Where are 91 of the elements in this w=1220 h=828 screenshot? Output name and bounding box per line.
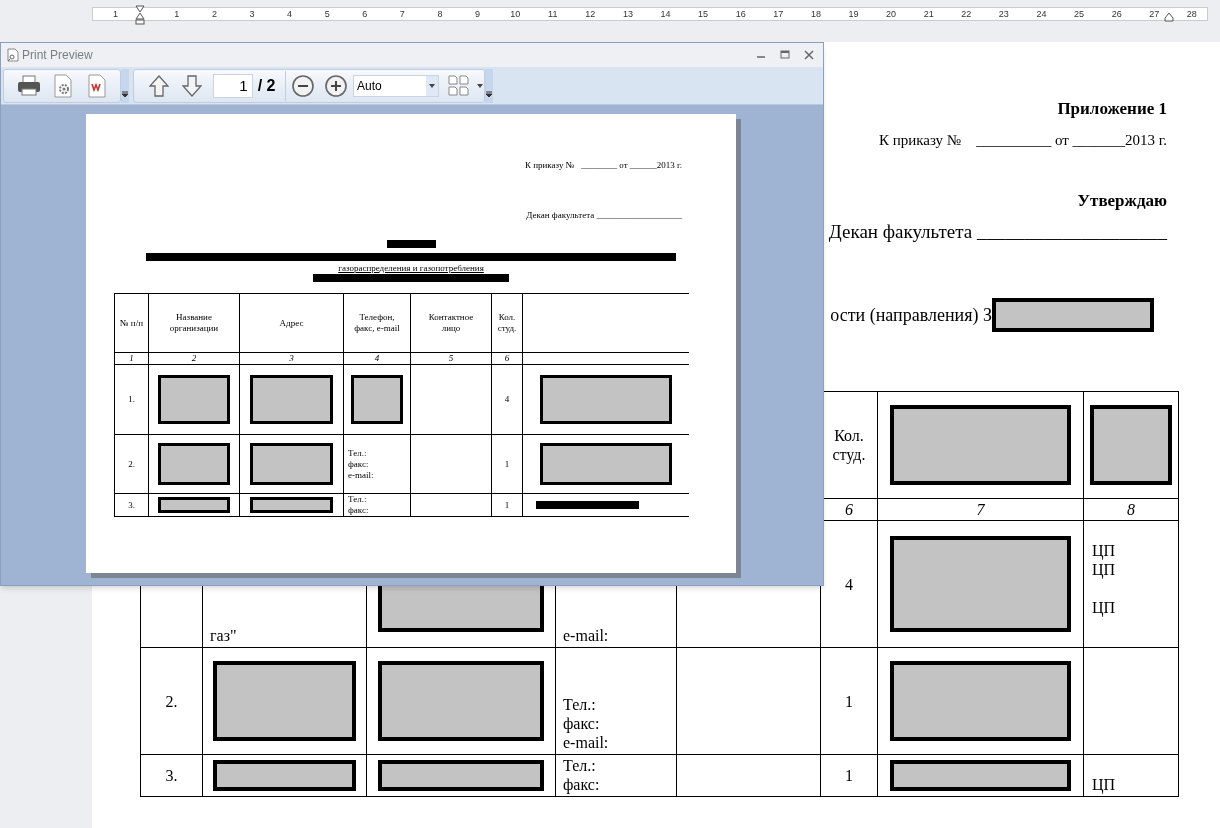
- ruler-number: 26: [1111, 9, 1122, 19]
- ruler-number: 22: [961, 9, 972, 19]
- ruler-number: 27: [1149, 9, 1160, 19]
- table-cell: 3: [240, 353, 344, 365]
- ruler-number: 24: [1036, 9, 1047, 19]
- ruler-number: 10: [510, 9, 521, 19]
- indent-marker-icon[interactable]: [1164, 12, 1174, 22]
- ruler-number: 7: [399, 9, 405, 19]
- subtitle-line: газораспределения и газопотребления: [338, 263, 484, 274]
- table-cell: № п/п: [115, 294, 149, 353]
- ruler-number: 8: [437, 9, 443, 19]
- window-title: Print Preview: [22, 47, 93, 64]
- ruler-number: 9: [475, 9, 481, 19]
- dean-line: Декан факультета ____________________: [828, 221, 1167, 243]
- table-cell: Тел.: факс: e-mail:: [556, 648, 677, 755]
- ruler-number: 28: [1186, 9, 1197, 19]
- zoom-in-icon[interactable]: [323, 73, 350, 98]
- ruler-number: 3: [249, 9, 255, 19]
- table-cell: 4: [344, 353, 411, 365]
- ruler-number: 1: [113, 9, 118, 19]
- close-icon[interactable]: [803, 49, 815, 61]
- table-cell: 5: [411, 353, 492, 365]
- table-cell: 8: [1084, 499, 1179, 521]
- redaction-bar: [386, 240, 436, 248]
- redaction-block: [158, 497, 230, 513]
- table-cell: 1.: [115, 365, 149, 435]
- ruler-number: 25: [1074, 9, 1085, 19]
- zoom-out-icon[interactable]: [290, 73, 316, 98]
- table-cell: Тел.: факс:: [556, 755, 677, 797]
- table-cell: 3.: [141, 755, 203, 797]
- page-total: / 2: [257, 75, 276, 96]
- ruler-number: 19: [848, 9, 859, 19]
- table-cell: Контактное лицо: [411, 294, 492, 353]
- table-cell: 7: [878, 499, 1084, 521]
- document-icon: [7, 48, 19, 62]
- speciality-line: ости (направления) З: [830, 304, 992, 326]
- zoom-value: Auto: [356, 77, 383, 95]
- page-number-field[interactable]: 1: [212, 73, 253, 98]
- approve-title: Утверждаю: [1077, 191, 1167, 211]
- ruler-number: 6: [362, 9, 368, 19]
- table-cell: 4: [492, 365, 523, 435]
- down-arrow-icon[interactable]: [179, 73, 205, 98]
- table-cell: Кол. студ.: [492, 294, 523, 353]
- ruler-number: 13: [622, 9, 633, 19]
- table-cell: ЦП ЦП ЦП: [1084, 521, 1179, 648]
- order-line: К приказу № ________ от ______2013 г.: [524, 160, 682, 171]
- appendix-title: Приложение 1: [1057, 99, 1167, 119]
- ruler-number: 18: [810, 9, 821, 19]
- ruler-number: 1: [174, 9, 180, 19]
- caret-icon[interactable]: [425, 75, 438, 96]
- caret-icon[interactable]: [476, 82, 484, 89]
- table-cell: 1: [492, 494, 523, 517]
- dean-line: Декан факультета ___________________: [526, 210, 682, 221]
- printer-icon[interactable]: [16, 73, 42, 98]
- table-cell: 2.: [115, 435, 149, 494]
- redaction-block: [350, 374, 404, 425]
- ruler-number: 15: [698, 9, 709, 19]
- table-cell: 6: [492, 353, 523, 365]
- redaction-block: [158, 443, 230, 485]
- indent-marker-icon[interactable]: [135, 5, 145, 25]
- table-cell: 1: [115, 353, 149, 365]
- ruler-number: 20: [886, 9, 897, 19]
- redaction-block: [158, 374, 230, 425]
- ruler-number: 16: [735, 9, 746, 19]
- table-cell: Адрес: [240, 294, 344, 353]
- ruler-number: 5: [324, 9, 330, 19]
- table-cell: Телефон, факс, e-mail: [344, 294, 411, 353]
- table-cell: 2: [149, 353, 240, 365]
- table-cell: 2.: [141, 648, 203, 755]
- up-arrow-icon[interactable]: [146, 73, 172, 98]
- toolbar-overflow-icon[interactable]: [485, 68, 493, 103]
- zoom-combo[interactable]: Auto: [353, 74, 439, 97]
- ruler-number: 21: [923, 9, 934, 19]
- table-cell: 3.: [115, 494, 149, 517]
- maximize-icon[interactable]: [779, 49, 791, 61]
- table-cell: ЦП: [1084, 755, 1179, 797]
- ruler-number: 11: [548, 9, 558, 19]
- ruler-number: 12: [585, 9, 596, 19]
- table-cell: 1: [492, 435, 523, 494]
- toolbar-overflow-icon[interactable]: [121, 68, 129, 103]
- ruler-number: 17: [773, 9, 784, 19]
- ruler-number: 14: [660, 9, 671, 19]
- ruler-number: 4: [287, 9, 293, 19]
- table-cell: 1: [821, 755, 878, 797]
- order-line: К приказу № __________ от _______2013 г.: [878, 131, 1167, 149]
- table-cell: Тел.: факс: e-mail:: [344, 435, 411, 494]
- ruler-number: 2: [211, 9, 217, 19]
- table-cell: Тел.: факс:: [344, 494, 411, 517]
- table-cell: 1: [821, 648, 878, 755]
- ruler-number: 23: [998, 9, 1009, 19]
- table-cell: Название организации: [149, 294, 240, 353]
